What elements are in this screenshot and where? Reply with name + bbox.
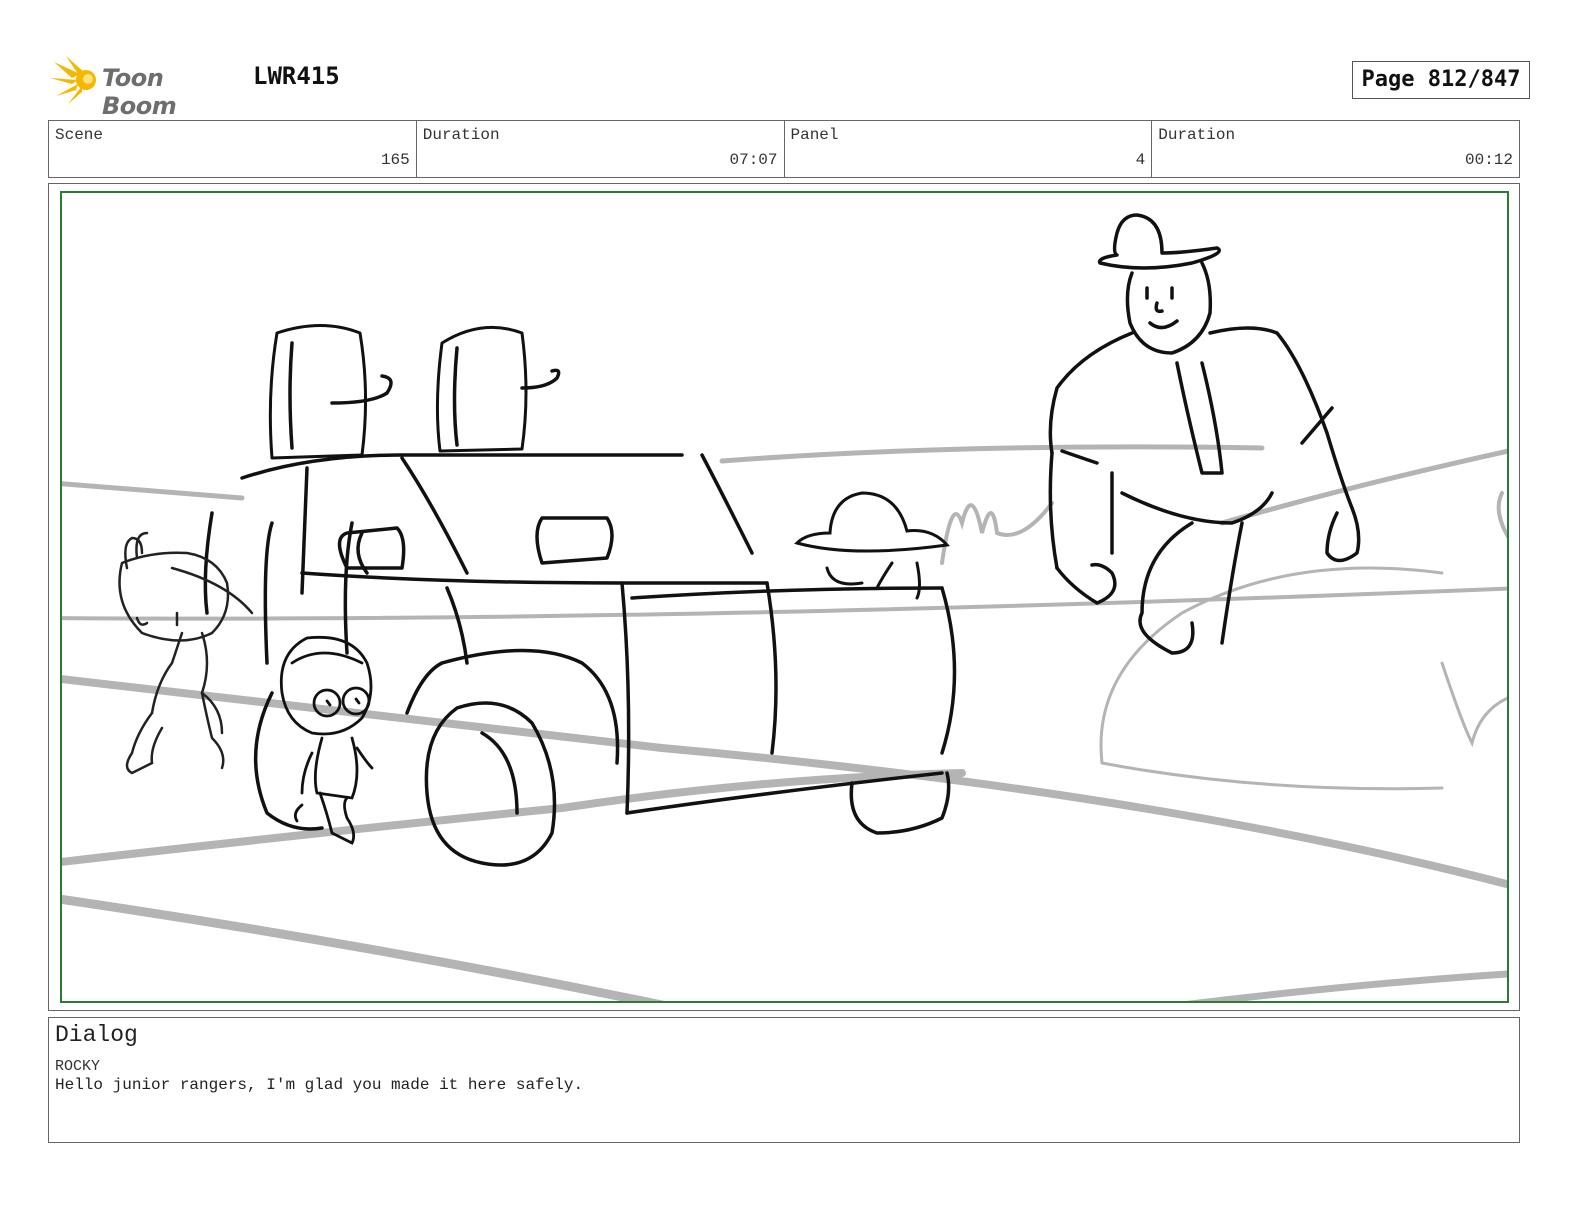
project-code: LWR415 — [253, 62, 340, 90]
scene-duration-label: Duration — [422, 126, 500, 144]
scene-duration-value: 07:07 — [729, 151, 778, 169]
dialog-line: Hello junior rangers, I'm glad you made … — [55, 1076, 584, 1094]
kid-with-feather-sketch — [118, 531, 254, 775]
panel-duration-label: Duration — [1158, 126, 1236, 144]
jeep-sketch — [203, 324, 957, 867]
starburst-icon — [50, 56, 96, 104]
page-header: Toon Boom LWR415 Page 812/847 — [50, 52, 1530, 120]
panel-cell: Panel 4 — [785, 121, 1153, 177]
storyboard-sketch — [62, 213, 1507, 1001]
kid-with-glasses-sketch — [279, 635, 374, 845]
safe-area-frame — [60, 191, 1509, 1003]
panel-label: Panel — [790, 126, 839, 144]
scene-value: 165 — [380, 151, 410, 169]
scene-duration-cell: Duration 07:07 — [417, 121, 785, 177]
page-number: Page 812/847 — [1352, 61, 1530, 99]
ranger-hat-sketch — [794, 491, 950, 600]
logo-text: Toon Boom — [102, 64, 177, 120]
panel-duration-cell: Duration 00:12 — [1152, 121, 1519, 177]
panel-duration-value: 00:12 — [1464, 151, 1513, 169]
panel-image-frame — [48, 183, 1520, 1011]
dialog-title: Dialog — [55, 1022, 138, 1048]
scene-label: Scene — [55, 126, 104, 144]
background-lines — [62, 444, 1507, 1001]
dialog-character: ROCKY — [55, 1058, 101, 1075]
scene-cell: Scene 165 — [49, 121, 417, 177]
panel-info-row: Scene 165 Duration 07:07 Panel 4 Duratio… — [48, 120, 1520, 178]
toon-boom-logo: Toon Boom — [50, 52, 245, 120]
ranger-rocky-sketch — [1048, 213, 1361, 655]
dialog-box: Dialog ROCKY Hello junior rangers, I'm g… — [48, 1017, 1520, 1143]
panel-value: 4 — [1135, 151, 1146, 169]
